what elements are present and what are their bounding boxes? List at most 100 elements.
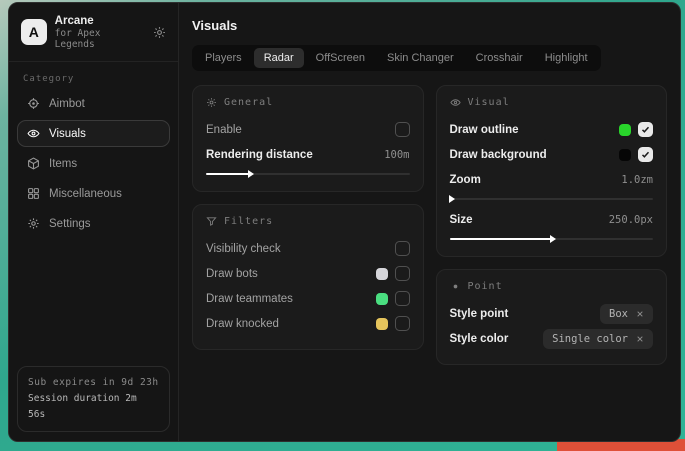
draw-teammates-checkbox[interactable]: [395, 291, 410, 306]
main-content: Visuals Players Radar OffScreen Skin Cha…: [179, 3, 680, 441]
close-icon[interactable]: [636, 310, 644, 318]
sidebar-item-label: Visuals: [49, 128, 86, 140]
rendering-distance-row: Rendering distance 100m: [206, 142, 410, 167]
sidebar-item-label: Items: [49, 158, 77, 170]
style-color-row: Style color Single color: [450, 326, 654, 351]
general-panel-title: General: [206, 97, 410, 108]
rendering-distance-value: 100m: [384, 149, 409, 161]
eye-scan-icon: [27, 127, 40, 140]
box-icon: [27, 157, 40, 170]
eye-icon: [450, 97, 461, 108]
draw-teammates-color-swatch[interactable]: [376, 293, 388, 305]
point-panel: Point Style point Box Style color: [436, 269, 668, 365]
tab-skin-changer[interactable]: Skin Changer: [377, 48, 464, 68]
subscription-info-box: Sub expires in 9d 23h Session duration 2…: [17, 366, 170, 432]
close-icon[interactable]: [636, 335, 644, 343]
filters-panel-label: Filters: [224, 216, 273, 227]
app-window: A Arcane for Apex Legends Category Aimbo…: [8, 2, 681, 442]
draw-background-color-swatch[interactable]: [619, 149, 631, 161]
tab-highlight[interactable]: Highlight: [535, 48, 598, 68]
sidebar-item-items[interactable]: Items: [17, 150, 170, 177]
zoom-slider[interactable]: [450, 194, 654, 203]
visual-panel-label: Visual: [468, 97, 510, 108]
app-logo: A: [21, 19, 47, 45]
draw-bots-label: Draw bots: [206, 268, 258, 280]
funnel-icon: [206, 216, 217, 227]
style-point-label: Style point: [450, 308, 509, 320]
size-value: 250.0px: [609, 214, 653, 226]
draw-background-checkbox[interactable]: [638, 147, 653, 162]
sidebar-item-settings[interactable]: Settings: [17, 210, 170, 237]
left-column: General Enable Rendering distance 100m: [192, 85, 424, 350]
visual-panel-title: Visual: [450, 97, 654, 108]
sidebar-item-miscellaneous[interactable]: Miscellaneous: [17, 180, 170, 207]
visibility-check-row: Visibility check: [206, 236, 410, 261]
rendering-distance-label: Rendering distance: [206, 149, 313, 161]
sidebar-item-label: Miscellaneous: [49, 188, 122, 200]
dot-icon: [450, 281, 461, 292]
general-panel: General Enable Rendering distance 100m: [192, 85, 424, 192]
style-color-label: Style color: [450, 333, 509, 345]
crosshair-icon: [27, 97, 40, 110]
point-panel-label: Point: [468, 281, 503, 292]
settings-icon[interactable]: [153, 26, 166, 39]
sidebar: A Arcane for Apex Legends Category Aimbo…: [9, 3, 179, 441]
draw-teammates-label: Draw teammates: [206, 293, 293, 305]
zoom-value: 1.0zm: [621, 174, 653, 186]
enable-checkbox[interactable]: [395, 122, 410, 137]
slider-track: [206, 173, 410, 175]
draw-background-row: Draw background: [450, 142, 654, 167]
tab-offscreen[interactable]: OffScreen: [306, 48, 375, 68]
draw-bots-color-swatch[interactable]: [376, 268, 388, 280]
slider-fill: [206, 173, 249, 175]
general-panel-label: General: [224, 97, 273, 108]
sidebar-item-visuals[interactable]: Visuals: [17, 120, 170, 147]
size-slider[interactable]: [450, 234, 654, 243]
slider-track: [450, 198, 654, 200]
visuals-tabbar: Players Radar OffScreen Skin Changer Cro…: [192, 45, 601, 71]
draw-outline-row: Draw outline: [450, 117, 654, 142]
tab-radar[interactable]: Radar: [254, 48, 304, 68]
rendering-distance-slider[interactable]: [206, 169, 410, 178]
gear-icon: [27, 217, 40, 230]
style-point-chip[interactable]: Box: [600, 304, 653, 324]
style-point-chip-text: Box: [609, 308, 628, 320]
draw-knocked-row: Draw knocked: [206, 311, 410, 336]
filters-panel: Filters Visibility check Draw bots: [192, 204, 424, 350]
tab-crosshair[interactable]: Crosshair: [466, 48, 533, 68]
grid-icon: [27, 187, 40, 200]
category-label: Category: [9, 62, 178, 88]
style-color-chip[interactable]: Single color: [543, 329, 653, 349]
right-column: Visual Draw outline Draw background: [436, 85, 668, 365]
sidebar-header: A Arcane for Apex Legends: [9, 3, 178, 62]
point-panel-title: Point: [450, 281, 654, 292]
draw-knocked-checkbox[interactable]: [395, 316, 410, 331]
radar-settings: General Enable Rendering distance 100m: [192, 85, 667, 365]
slider-track: [450, 238, 654, 240]
size-row: Size 250.0px: [450, 207, 654, 232]
sub-expires-text: Sub expires in 9d 23h: [28, 375, 159, 391]
draw-outline-label: Draw outline: [450, 124, 519, 136]
page-title: Visuals: [192, 18, 667, 33]
visibility-check-checkbox[interactable]: [395, 241, 410, 256]
visual-panel: Visual Draw outline Draw background: [436, 85, 668, 257]
style-point-row: Style point Box: [450, 301, 654, 326]
style-color-chip-text: Single color: [552, 333, 628, 345]
app-subtitle: for Apex Legends: [55, 28, 145, 50]
gear-icon: [206, 97, 217, 108]
draw-bots-row: Draw bots: [206, 261, 410, 286]
sidebar-item-label: Aimbot: [49, 98, 85, 110]
zoom-row: Zoom 1.0zm: [450, 167, 654, 192]
draw-bots-checkbox[interactable]: [395, 266, 410, 281]
draw-outline-checkbox[interactable]: [638, 122, 653, 137]
tab-players[interactable]: Players: [195, 48, 252, 68]
draw-knocked-label: Draw knocked: [206, 318, 279, 330]
slider-fill: [450, 238, 552, 240]
sidebar-item-label: Settings: [49, 218, 91, 230]
draw-outline-color-swatch[interactable]: [619, 124, 631, 136]
app-identity: Arcane for Apex Legends: [55, 14, 145, 50]
draw-knocked-color-swatch[interactable]: [376, 318, 388, 330]
sidebar-item-aimbot[interactable]: Aimbot: [17, 90, 170, 117]
sidebar-nav: Aimbot Visuals Items Miscellaneous: [9, 88, 178, 239]
enable-label: Enable: [206, 124, 242, 136]
